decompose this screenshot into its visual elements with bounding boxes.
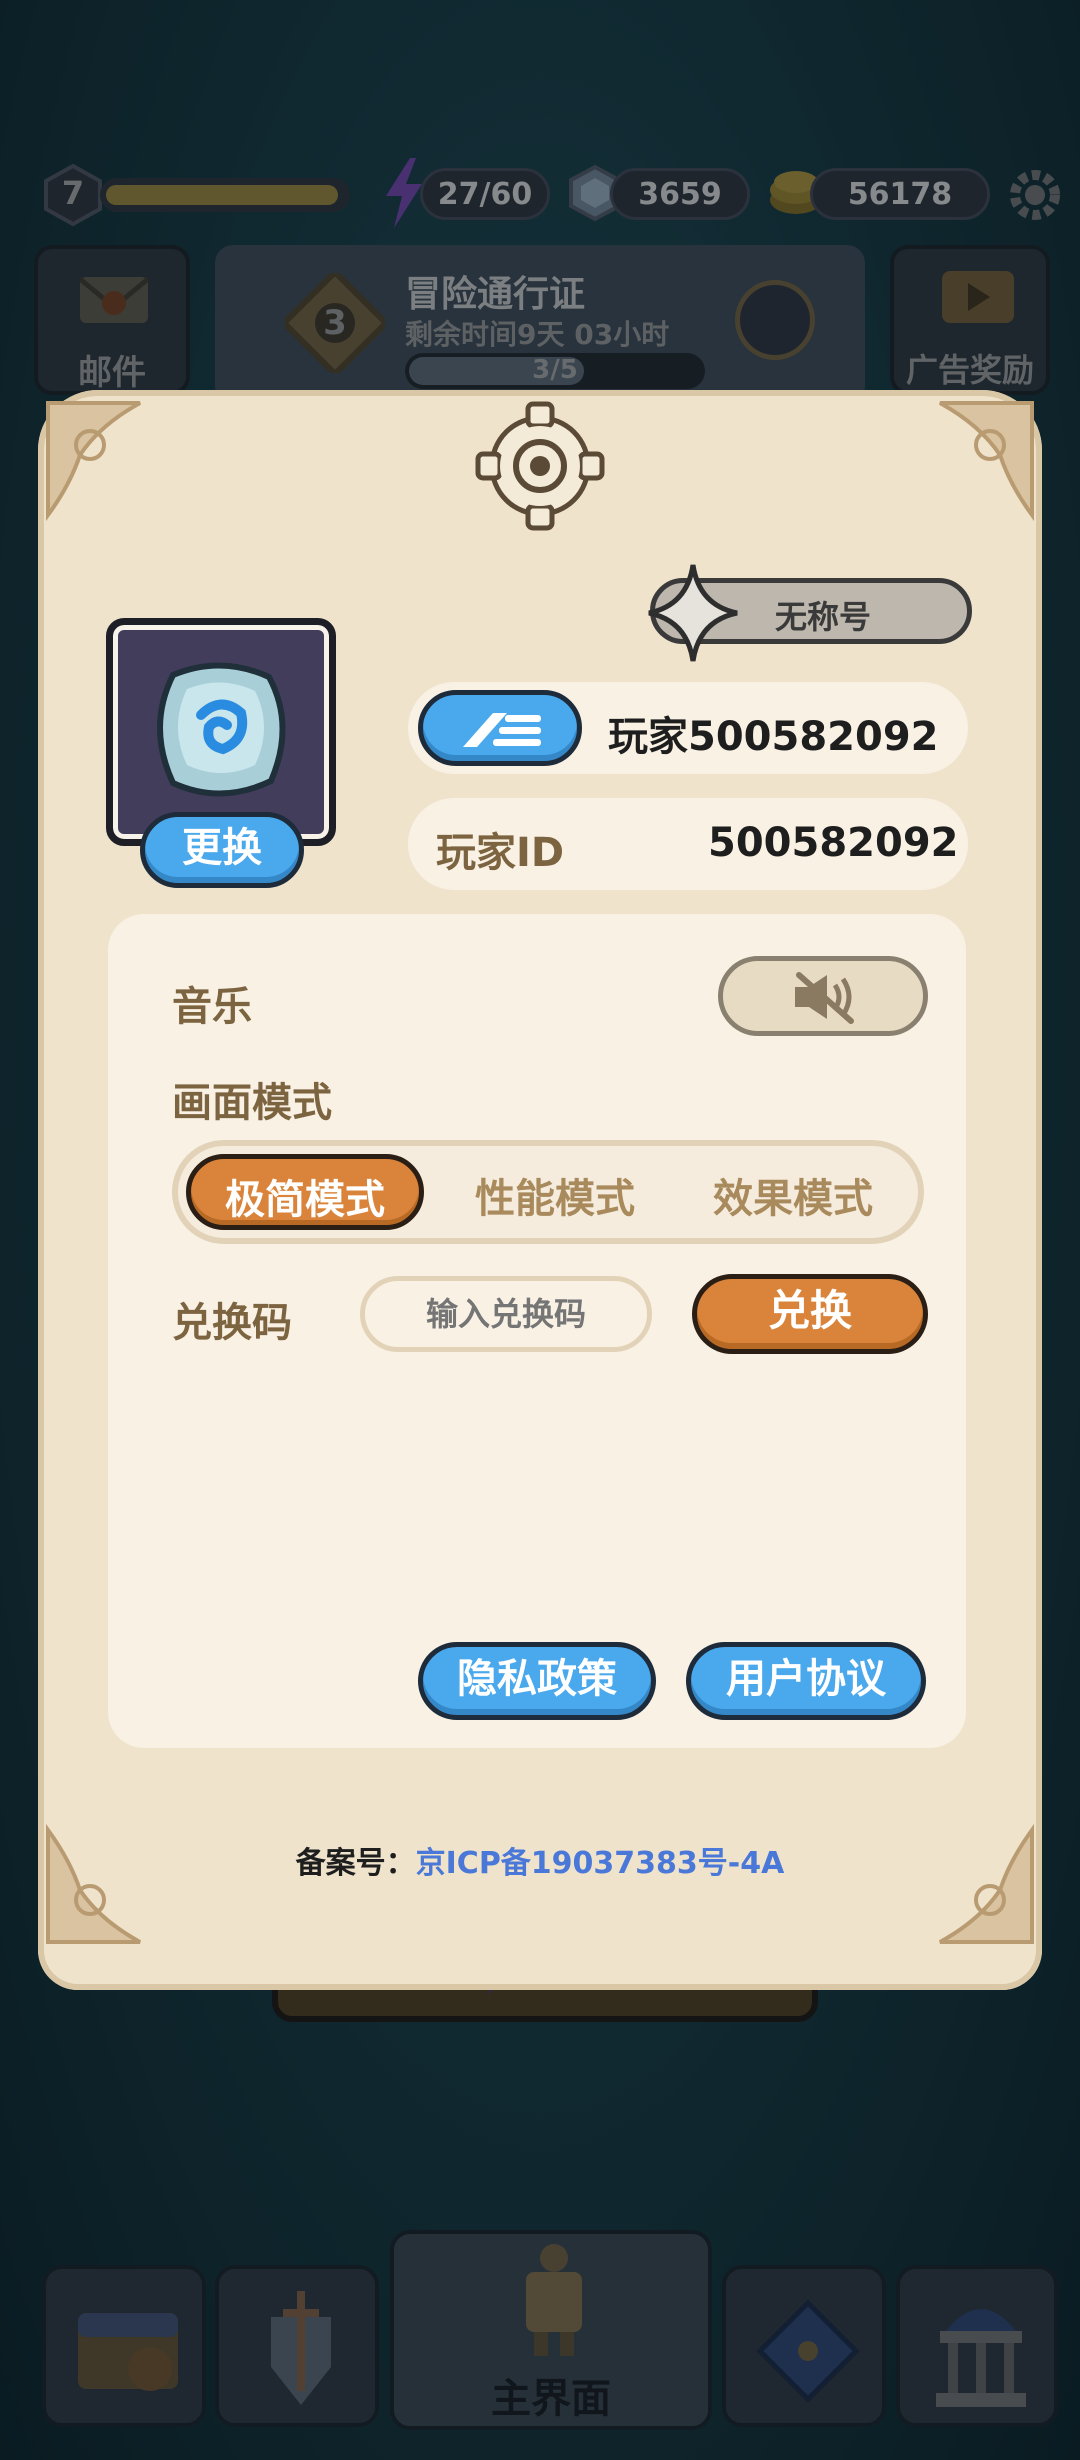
corner-ornament-top-right xyxy=(890,395,1040,545)
graphics-option-minimal[interactable]: 极简模式 xyxy=(186,1154,424,1230)
privacy-policy-label: 隐私政策 xyxy=(457,1656,617,1702)
settings-header-gear-icon xyxy=(472,398,608,534)
avatar-change-label: 更换 xyxy=(182,825,262,871)
music-toggle[interactable] xyxy=(718,956,928,1036)
edit-name-icon xyxy=(457,707,547,753)
graphics-option-effects[interactable]: 效果模式 xyxy=(678,1154,908,1230)
redeem-button-label: 兑换 xyxy=(767,1286,852,1335)
redeem-code-label: 兑换码 xyxy=(172,1300,292,1346)
player-name: 玩家500582092 xyxy=(608,714,939,760)
redeem-code-input[interactable] xyxy=(360,1276,652,1352)
avatar-change-button[interactable]: 更换 xyxy=(140,812,304,888)
graphics-option-performance-label: 性能模式 xyxy=(475,1176,635,1222)
graphics-option-minimal-label: 极简模式 xyxy=(225,1177,385,1223)
title-badge[interactable]: 无称号 xyxy=(648,564,972,662)
graphics-mode-selector: 极简模式 性能模式 效果模式 xyxy=(172,1140,924,1244)
avatar-rune-icon xyxy=(143,655,299,805)
player-id-label: 玩家ID xyxy=(436,830,565,876)
user-agreement-label: 用户协议 xyxy=(726,1656,886,1702)
edit-name-button[interactable] xyxy=(418,690,582,766)
graphics-option-effects-label: 效果模式 xyxy=(713,1176,873,1222)
user-agreement-button[interactable]: 用户协议 xyxy=(686,1642,926,1720)
corner-ornament-top-left xyxy=(40,395,190,545)
privacy-policy-button[interactable]: 隐私政策 xyxy=(418,1642,656,1720)
mute-icon xyxy=(789,969,859,1025)
graphics-mode-label: 画面模式 xyxy=(172,1080,332,1126)
icp-prefix: 备案号： xyxy=(295,1846,416,1881)
music-label: 音乐 xyxy=(172,984,252,1030)
redeem-button[interactable]: 兑换 xyxy=(692,1274,928,1354)
sparkle-icon xyxy=(645,561,741,665)
player-id-value: 500582092 xyxy=(708,820,959,866)
icp-link[interactable]: 京ICP备19037383号-4A xyxy=(416,1846,785,1881)
title-badge-text: 无称号 xyxy=(775,598,872,636)
graphics-option-performance[interactable]: 性能模式 xyxy=(440,1154,670,1230)
icp-record: 备案号：京ICP备19037383号-4A xyxy=(0,1838,1080,1882)
